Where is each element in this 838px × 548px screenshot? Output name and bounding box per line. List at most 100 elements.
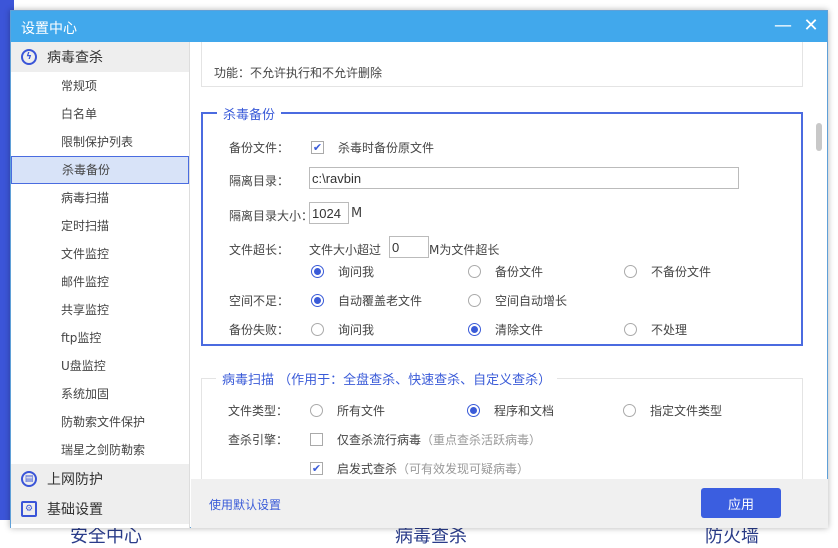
- group-label: 基础设置: [47, 502, 103, 518]
- section-title: 病毒扫描 （作用于：全盘查杀、快速查杀、自定义查杀）: [216, 369, 558, 388]
- radio[interactable]: [310, 404, 323, 417]
- oversize-ask-radio[interactable]: 询问我: [311, 263, 374, 280]
- option-label: 询问我: [338, 323, 375, 337]
- quarantine-dir-label: 隔离目录：: [229, 174, 290, 188]
- option-label: 杀毒时备份原文件: [338, 141, 435, 155]
- function-text: 功能：不允许执行和不允许删除: [214, 66, 383, 80]
- checkbox[interactable]: [310, 433, 323, 446]
- scan-section: 病毒扫描 （作用于：全盘查杀、快速查杀、自定义查杀） 文件类型： 所有文件 程序…: [201, 369, 803, 479]
- filetype-label: 文件类型：: [228, 404, 289, 418]
- option-label: 备份文件: [495, 265, 544, 279]
- fail-ignore-radio[interactable]: 不处理: [624, 321, 687, 338]
- option-label: 仅查杀流行病毒: [337, 433, 422, 447]
- option-label: 询问我: [338, 265, 375, 279]
- option-label: 所有文件: [337, 404, 386, 418]
- settings-window: 设置中心 — ✕ ϟ 病毒查杀 常规项 白名单 限制保护列表 杀毒备份 病毒扫描 …: [10, 10, 828, 528]
- window-title: 设置中心: [21, 21, 77, 37]
- option-label: 程序和文档: [494, 404, 555, 418]
- radio-selected[interactable]: [311, 265, 324, 278]
- engine-label: 查杀引擎：: [228, 433, 289, 447]
- option-label: 启发式查杀: [337, 462, 398, 476]
- scan-scope: （作用于：全盘查杀、快速查杀、自定义查杀）: [278, 373, 552, 388]
- filetype-all-radio[interactable]: 所有文件: [310, 402, 385, 419]
- footer-bar: 使用默认设置 应用: [191, 479, 828, 528]
- sidebar-item-share-monitor[interactable]: 共享监控: [11, 296, 189, 324]
- apply-button[interactable]: 应用: [701, 488, 781, 518]
- size-unit: M: [351, 206, 363, 221]
- quarantine-size-label: 隔离目录大小：: [229, 209, 314, 223]
- option-hint: （可有效发现可疑病毒）: [397, 462, 530, 476]
- sidebar-group-virus-scan[interactable]: ϟ 病毒查杀: [11, 42, 189, 72]
- filetype-custom-radio[interactable]: 指定文件类型: [623, 402, 722, 419]
- sidebar-item-virus-scan[interactable]: 病毒扫描: [11, 184, 189, 212]
- oversize-label: 文件超长：: [229, 243, 290, 257]
- oversize-input[interactable]: [389, 236, 429, 258]
- sidebar-group-basic-settings[interactable]: ⚙ 基础设置: [11, 494, 189, 524]
- sidebar-item-scheduled-scan[interactable]: 定时扫描: [11, 212, 189, 240]
- checkbox-checked[interactable]: ✔: [310, 462, 323, 475]
- backup-original-checkbox[interactable]: ✔ 杀毒时备份原文件: [311, 139, 434, 156]
- fail-label: 备份失败：: [229, 323, 290, 337]
- group-label: 病毒查杀: [47, 50, 103, 66]
- sidebar-item-system-hardening[interactable]: 系统加固: [11, 380, 189, 408]
- sidebar-item-mail-monitor[interactable]: 邮件监控: [11, 268, 189, 296]
- option-label: 空间自动增长: [495, 294, 568, 308]
- radio[interactable]: [624, 265, 637, 278]
- engine-popular-checkbox[interactable]: 仅查杀流行病毒 （重点查杀活跃病毒）: [310, 431, 541, 448]
- sidebar-item-ransomware-sword[interactable]: 瑞星之剑防勒索: [11, 436, 189, 464]
- engine-heuristic-checkbox[interactable]: ✔ 启发式查杀 （可有效发现可疑病毒）: [310, 460, 529, 477]
- previous-section: 功能：不允许执行和不允许删除: [201, 42, 803, 87]
- radio-selected[interactable]: [468, 323, 481, 336]
- scrollbar-thumb[interactable]: [816, 123, 822, 151]
- sidebar-group-web-protect[interactable]: ▤ 上网防护: [11, 464, 189, 494]
- oversize-suffix: M为文件超长: [429, 243, 500, 257]
- space-overwrite-radio[interactable]: 自动覆盖老文件: [311, 292, 422, 309]
- option-label: 不处理: [651, 323, 688, 337]
- quarantine-dir-input[interactable]: [309, 167, 739, 189]
- minimize-button[interactable]: —: [771, 15, 795, 37]
- web-protect-icon: ▤: [21, 471, 37, 487]
- sidebar-item-restricted-list[interactable]: 限制保护列表: [11, 128, 189, 156]
- sidebar-item-backup[interactable]: 杀毒备份: [11, 156, 189, 184]
- option-label: 不备份文件: [651, 265, 712, 279]
- sidebar-item-ftp-monitor[interactable]: ftp监控: [11, 324, 189, 352]
- option-label: 自动覆盖老文件: [338, 294, 423, 308]
- section-title: 杀毒备份: [217, 104, 282, 123]
- sidebar-item-general[interactable]: 常规项: [11, 72, 189, 100]
- virus-scan-icon: ϟ: [21, 49, 37, 65]
- radio[interactable]: [623, 404, 636, 417]
- use-defaults-link[interactable]: 使用默认设置: [209, 496, 281, 513]
- radio[interactable]: [311, 323, 324, 336]
- scan-title: 病毒扫描: [222, 373, 275, 388]
- fail-ask-radio[interactable]: 询问我: [311, 321, 374, 338]
- space-label: 空间不足：: [229, 294, 290, 308]
- radio[interactable]: [468, 265, 481, 278]
- fail-clean-radio[interactable]: 清除文件: [468, 321, 543, 338]
- radio[interactable]: [624, 323, 637, 336]
- option-label: 清除文件: [495, 323, 544, 337]
- quarantine-size-input[interactable]: [309, 202, 349, 224]
- checkbox-checked[interactable]: ✔: [311, 141, 324, 154]
- sidebar-item-usb-monitor[interactable]: U盘监控: [11, 352, 189, 380]
- oversize-prefix: 文件大小超过: [309, 243, 382, 257]
- title-bar: 设置中心 — ✕: [11, 11, 827, 42]
- radio-selected[interactable]: [311, 294, 324, 307]
- settings-doc-icon: ⚙: [21, 501, 37, 517]
- option-hint: （重点查杀活跃病毒）: [421, 433, 542, 447]
- sidebar-item-file-monitor[interactable]: 文件监控: [11, 240, 189, 268]
- oversize-backup-radio[interactable]: 备份文件: [468, 263, 543, 280]
- sidebar: ϟ 病毒查杀 常规项 白名单 限制保护列表 杀毒备份 病毒扫描 定时扫描 文件监控…: [11, 42, 190, 528]
- filetype-programs-radio[interactable]: 程序和文档: [467, 402, 554, 419]
- group-label: 上网防护: [47, 472, 103, 488]
- radio-selected[interactable]: [467, 404, 480, 417]
- oversize-nobackup-radio[interactable]: 不备份文件: [624, 263, 711, 280]
- close-button[interactable]: ✕: [799, 15, 823, 37]
- sidebar-item-ransomware-file-protect[interactable]: 防勒索文件保护: [11, 408, 189, 436]
- backup-section: 杀毒备份 备份文件： ✔ 杀毒时备份原文件 隔离目录： 隔离目录大小： M 文件超…: [201, 104, 803, 346]
- option-label: 指定文件类型: [650, 404, 723, 418]
- settings-content: 功能：不允许执行和不允许删除 杀毒备份 备份文件： ✔ 杀毒时备份原文件 隔离目录…: [191, 42, 828, 479]
- backup-file-label: 备份文件：: [229, 141, 290, 155]
- sidebar-item-whitelist[interactable]: 白名单: [11, 100, 189, 128]
- space-grow-radio[interactable]: 空间自动增长: [468, 292, 567, 309]
- radio[interactable]: [468, 294, 481, 307]
